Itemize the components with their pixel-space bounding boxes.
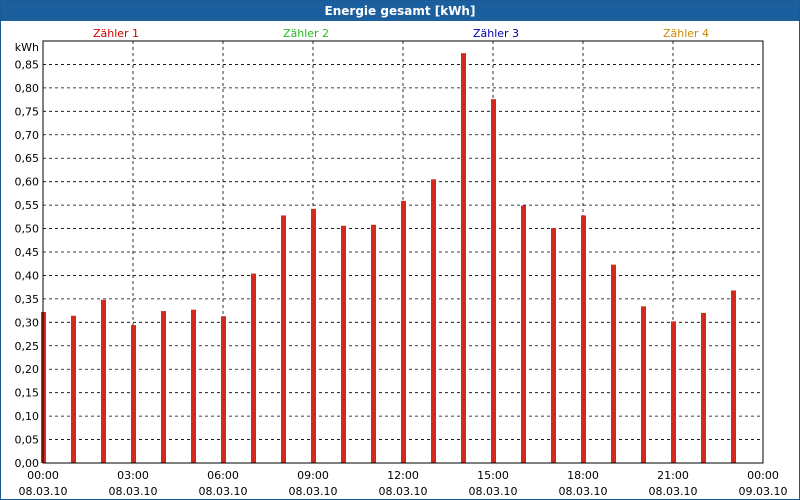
x-tick-time: 12:00: [387, 469, 419, 482]
y-tick-label: 0,60: [15, 176, 40, 189]
y-tick-label: 0,30: [15, 316, 40, 329]
bar: [731, 290, 736, 463]
y-tick-label: 0,25: [15, 340, 40, 353]
y-tick-label: 0,40: [15, 269, 40, 282]
x-tick-time: 18:00: [567, 469, 599, 482]
x-tick-date: 08.03.10: [559, 485, 608, 498]
y-tick-label: 0,05: [15, 434, 40, 447]
legend-entry: Zähler 4: [663, 27, 709, 40]
bar: [521, 205, 526, 463]
bar: [551, 228, 556, 463]
energy-chart: 0,000,050,100,150,200,250,300,350,400,45…: [15, 27, 788, 498]
y-tick-label: 0,70: [15, 129, 40, 142]
legend-entry: Zähler 3: [473, 27, 519, 40]
bar: [341, 225, 346, 463]
x-tick-time: 15:00: [477, 469, 509, 482]
chart-window: Energie gesamt [kWh] 0,00 0,05 0,10 0,15 0,2…: [0, 0, 800, 500]
y-tick-label: 0,55: [15, 199, 40, 212]
window-title: Energie gesamt [kWh]: [1, 1, 799, 21]
y-tick-label: 0,20: [15, 363, 40, 376]
bar: [401, 200, 406, 463]
x-tick-date: 08.03.10: [469, 485, 518, 498]
y-axis-unit: kWh: [15, 41, 39, 54]
y-tick-label: 0,45: [15, 246, 40, 259]
x-tick-time: 00:00: [27, 469, 59, 482]
y-tick-label: 0,80: [15, 82, 40, 95]
bar: [251, 273, 256, 463]
x-tick-time: 06:00: [207, 469, 239, 482]
bar: [641, 306, 646, 463]
y-tick-label: 0,35: [15, 293, 40, 306]
bar: [671, 321, 676, 463]
bar: [101, 299, 106, 463]
y-tick-label: 0,50: [15, 223, 40, 236]
x-tick-time: 21:00: [657, 469, 689, 482]
y-tick-label: 0,15: [15, 387, 40, 400]
y-tick-label: 0,85: [15, 58, 40, 71]
y-tick-label: 0,10: [15, 410, 40, 423]
bar: [281, 215, 286, 463]
x-tick-time: 09:00: [297, 469, 329, 482]
bar: [221, 316, 226, 463]
x-tick-date: 08.03.10: [109, 485, 158, 498]
bar: [131, 325, 136, 463]
bar: [191, 309, 196, 463]
y-tick-label: 0,75: [15, 105, 40, 118]
bar: [431, 179, 436, 464]
x-tick-date: 08.03.10: [379, 485, 428, 498]
bar: [491, 99, 496, 464]
bar: [311, 208, 316, 463]
x-tick-date: 09.03.10: [739, 485, 788, 498]
x-tick-date: 08.03.10: [199, 485, 248, 498]
bar: [461, 53, 466, 464]
legend-entry: Zähler 2: [283, 27, 329, 40]
bar: [611, 264, 616, 463]
x-tick-date: 08.03.10: [649, 485, 698, 498]
bar: [581, 215, 586, 463]
x-tick-time: 00:00: [747, 469, 779, 482]
bar: [371, 224, 376, 463]
x-tick-date: 08.03.10: [19, 485, 68, 498]
y-tick-label: 0,65: [15, 152, 40, 165]
x-tick-time: 03:00: [117, 469, 149, 482]
bar: [71, 315, 76, 463]
bar: [161, 311, 166, 463]
x-tick-date: 08.03.10: [289, 485, 338, 498]
bar: [701, 312, 706, 463]
legend-entry: Zähler 1: [93, 27, 139, 40]
